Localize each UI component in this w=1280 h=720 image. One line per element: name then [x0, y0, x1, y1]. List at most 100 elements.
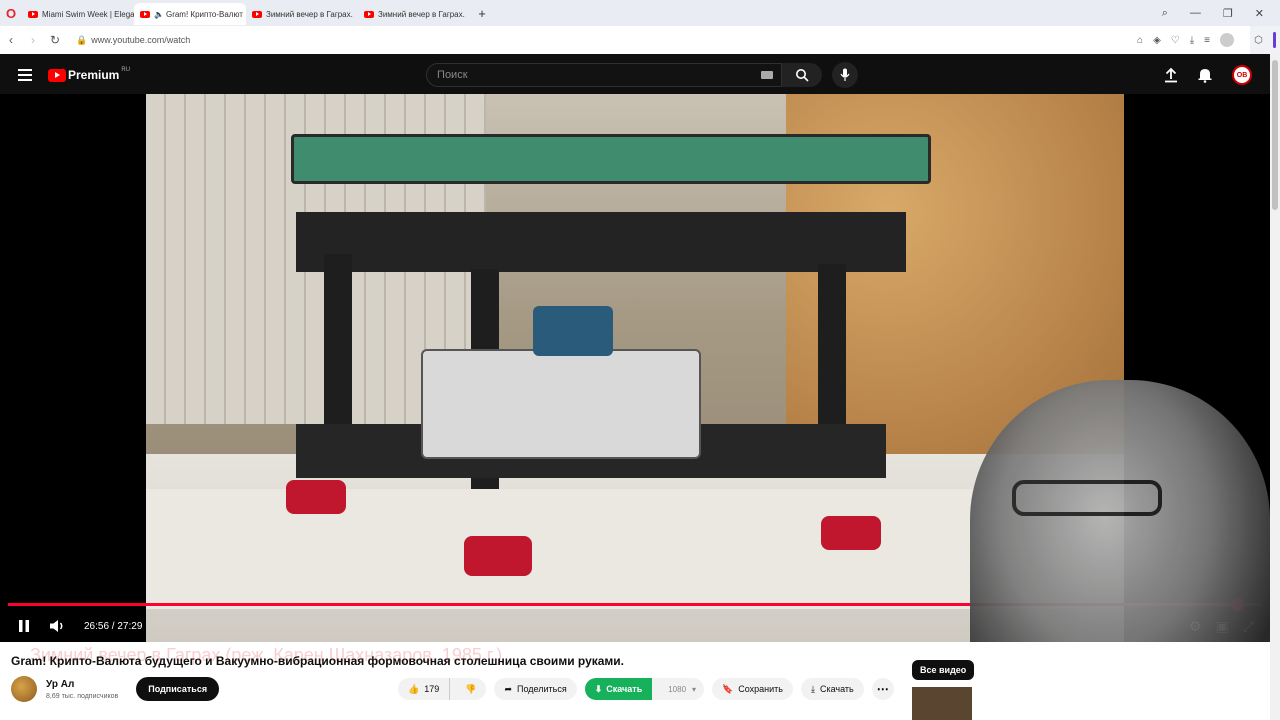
share-arrow-icon: ➦: [504, 683, 513, 694]
voice-search-button[interactable]: [832, 62, 859, 88]
channel-avatar[interactable]: [11, 676, 37, 702]
more-actions-button[interactable]: ⋯: [871, 678, 894, 700]
download-extension-button[interactable]: ⬇ Скачать: [584, 678, 653, 700]
share-label: Поделиться: [517, 684, 567, 694]
download-label: Скачать: [819, 684, 854, 694]
time-display: 26:56 / 27:29: [84, 620, 143, 632]
youtube-favicon-icon: [252, 10, 262, 18]
rubber-foot: [286, 480, 346, 514]
reload-icon[interactable]: ↻: [44, 33, 66, 47]
all-videos-chip[interactable]: Все видео: [912, 660, 975, 680]
minimize-icon[interactable]: —: [1190, 7, 1201, 20]
tab-label: Miami Swim Week | Elega: [42, 9, 134, 19]
browser-tab-bar: O Miami Swim Week | Elega 🔈 Gram! Крипто…: [0, 0, 1280, 26]
cube-icon[interactable]: ⬡: [1254, 35, 1263, 46]
tab-label: Gram! Крипто-Валют: [165, 9, 243, 19]
account-avatar[interactable]: OB: [1232, 65, 1252, 85]
new-tab-button[interactable]: +: [474, 5, 490, 21]
tab-label: Зимний вечер в Гаграх.: [266, 9, 353, 19]
volume-button[interactable]: [48, 616, 68, 636]
rubber-foot: [821, 516, 881, 550]
webcam-glasses: [1012, 480, 1162, 516]
upload-icon[interactable]: [1164, 67, 1178, 83]
profile-avatar[interactable]: [1220, 33, 1234, 47]
subscriber-count: 8,69 тыс. подписчиков: [46, 692, 119, 700]
window-controls: ⌕ — ❐ ✕: [1162, 7, 1280, 20]
download-icon[interactable]: ⤓: [1190, 35, 1194, 46]
page-scrollbar[interactable]: [1270, 54, 1280, 720]
channel-row: Ур Ал 8,69 тыс. подписчиков Подписаться: [11, 676, 220, 702]
download-button[interactable]: ⤓ Скачать: [801, 678, 864, 700]
thumbs-down-icon: 👎: [465, 683, 477, 694]
table-frame-top: [296, 212, 906, 272]
logo-text: Premium: [68, 68, 120, 82]
like-dislike-group: 👍 179 👎: [398, 678, 487, 700]
browser-tab-2-active[interactable]: 🔈 Gram! Крипто-Валют: [134, 3, 246, 25]
like-button[interactable]: 👍 179: [398, 678, 451, 700]
volume-icon: [50, 620, 63, 632]
microphone-icon: [840, 68, 850, 81]
video-info: Зимний вечер в Гаграх (реж. Карен Шахназ…: [0, 642, 1270, 720]
chevron-down-icon: ▾: [692, 684, 697, 694]
recommended-video-thumbnail[interactable]: [912, 687, 972, 720]
browser-tab-4[interactable]: Зимний вечер в Гаграх.: [358, 3, 470, 25]
tab-label: Зимний вечер в Гаграх.: [378, 9, 465, 19]
pause-icon: [19, 620, 29, 632]
logo-region: RU: [121, 67, 131, 73]
video-actions: 👍 179 👎 ➦ Поделиться ⬇ Скачать 1080 ▾ 🔖 …: [398, 678, 894, 700]
search-button[interactable]: [782, 63, 823, 87]
browser-sidebar-strip: ⬡: [1250, 26, 1280, 54]
back-icon[interactable]: ‹: [0, 33, 22, 47]
save-button[interactable]: 🔖 Сохранить: [712, 678, 793, 700]
hamburger-menu-icon[interactable]: [18, 66, 32, 84]
close-icon[interactable]: ✕: [1255, 7, 1264, 20]
shield-icon[interactable]: ◈: [1153, 35, 1161, 46]
dislike-button[interactable]: 👎: [455, 678, 486, 700]
lock-icon[interactable]: 🔒: [76, 35, 87, 46]
save-label: Сохранить: [738, 684, 783, 694]
scrollbar-thumb[interactable]: [1272, 60, 1278, 210]
search-placeholder: Поиск: [437, 69, 468, 81]
bookmark-icon: 🔖: [722, 683, 734, 694]
browser-tab-3[interactable]: Зимний вечер в Гаграх.: [246, 3, 358, 25]
like-count: 179: [424, 684, 440, 694]
keyboard-icon[interactable]: [761, 71, 774, 79]
youtube-play-logo-icon: [48, 68, 66, 82]
search-icon: [796, 69, 809, 82]
quality-value: 1080: [668, 684, 687, 694]
pause-button[interactable]: [14, 616, 34, 636]
share-button[interactable]: ➦ Поделиться: [494, 678, 577, 700]
download-quality-select[interactable]: 1080 ▾: [652, 678, 705, 700]
youtube-logo[interactable]: Premium RU: [48, 67, 131, 82]
search-input[interactable]: Поиск: [426, 63, 783, 87]
rubber-foot: [464, 536, 532, 576]
sidebar-accent-bar: [1272, 32, 1276, 48]
header-actions: OB: [1164, 65, 1270, 85]
forward-icon[interactable]: ›: [22, 33, 44, 47]
download-arrow-icon: ⬇: [594, 683, 603, 694]
browser-tab-1[interactable]: Miami Swim Week | Elega: [22, 3, 134, 25]
download-extension-label: Скачать: [606, 684, 643, 694]
speaker-icon[interactable]: 🔈: [154, 10, 164, 19]
camera-icon[interactable]: ⌂: [1137, 35, 1143, 46]
address-bar: ‹ › ↻ 🔒 www.youtube.com/watch ⌂ ◈ ♡ ⤓ ≡: [0, 26, 1280, 54]
subscribe-button[interactable]: Подписаться: [136, 677, 220, 701]
channel-text: Ур Ал 8,69 тыс. подписчиков: [46, 679, 118, 700]
youtube-favicon-icon: [28, 10, 38, 18]
notifications-bell-icon[interactable]: [1198, 67, 1212, 83]
opera-logo-icon[interactable]: O: [0, 0, 22, 26]
download-icon: ⤓: [811, 683, 815, 694]
heart-icon[interactable]: ♡: [1171, 35, 1180, 46]
search-tabs-icon[interactable]: ⌕: [1162, 7, 1168, 20]
maximize-icon[interactable]: ❐: [1223, 7, 1233, 20]
vibration-table-top: [291, 134, 931, 184]
menu-icon[interactable]: ≡: [1204, 35, 1210, 46]
url-field[interactable]: www.youtube.com/watch: [91, 35, 190, 45]
youtube-favicon-icon: [140, 10, 150, 18]
video-title: Gram! Крипто-Валюта будущего и Вакуумно-…: [11, 654, 625, 668]
youtube-header: Premium RU Поиск OB: [0, 56, 1270, 94]
thumbs-up-icon: 👍: [408, 683, 420, 694]
vacuum-pump: [421, 306, 701, 459]
youtube-favicon-icon: [364, 10, 374, 18]
channel-name[interactable]: Ур Ал: [46, 679, 118, 690]
